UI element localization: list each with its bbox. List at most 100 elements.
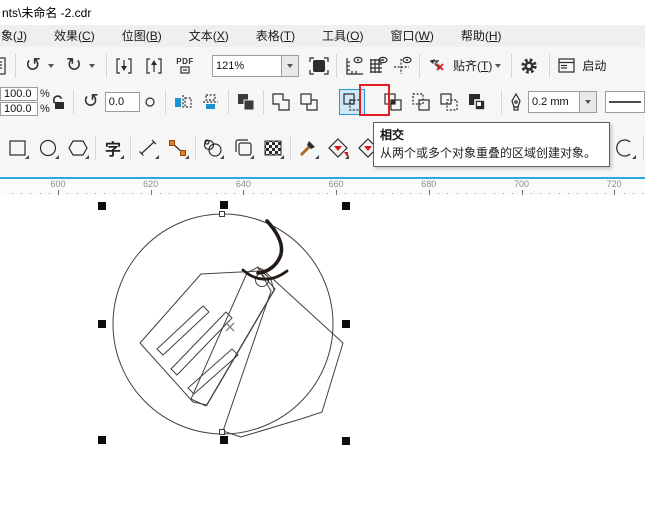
undo-dropdown-icon[interactable]: [48, 63, 54, 71]
shape-tool-icon[interactable]: [201, 136, 225, 160]
outline-width-dropdown-icon[interactable]: [580, 90, 597, 113]
shaping-weld-icon[interactable]: [269, 90, 293, 114]
snap-to-label[interactable]: 贴齐(T): [453, 57, 492, 74]
zoom-level-combo[interactable]: 121%: [212, 54, 299, 77]
color-eyedropper-tool-icon[interactable]: [296, 136, 320, 160]
ruler-minor-tick: [122, 193, 124, 194]
selection-handle[interactable]: [220, 201, 228, 209]
separator: [501, 89, 502, 114]
bezier-tool-icon[interactable]: [166, 136, 190, 160]
lock-ratio-icon[interactable]: [50, 90, 68, 114]
ruler-minor-tick: [206, 193, 208, 194]
snap-off-icon[interactable]: [425, 54, 449, 78]
ruler-minor-tick: [261, 193, 263, 194]
menu-item[interactable]: 表格(T): [243, 25, 309, 47]
snap-dropdown-icon[interactable]: [495, 63, 502, 71]
tag-stripe: [156, 305, 210, 356]
export-icon[interactable]: [142, 54, 166, 78]
separator: [549, 53, 551, 78]
ruler-minor-tick: [419, 193, 421, 194]
ruler-label: 720: [606, 179, 622, 189]
show-rulers-icon[interactable]: [342, 54, 366, 78]
selection-handle[interactable]: [342, 320, 350, 328]
selection-handle[interactable]: [98, 320, 106, 328]
outline-width-value: 0.2 mm: [528, 90, 580, 113]
drawing-canvas[interactable]: [0, 195, 645, 517]
shaping-front-minus-back-icon[interactable]: [409, 90, 433, 114]
ruler-minor-tick: [95, 193, 97, 194]
show-grid-icon[interactable]: [366, 54, 390, 78]
polygon-tool-icon[interactable]: [66, 136, 90, 160]
curve-node[interactable]: [219, 429, 225, 435]
circle-object[interactable]: [112, 213, 334, 435]
line-style-combo[interactable]: [605, 90, 645, 113]
publish-pdf-icon[interactable]: PDF: [170, 54, 200, 78]
welcome-screen-icon[interactable]: [555, 54, 579, 78]
redo-dropdown-icon[interactable]: [89, 63, 95, 71]
launch-label[interactable]: 启动: [582, 57, 606, 74]
ruler-minor-tick: [178, 193, 180, 194]
smart-fill-tool-icon[interactable]: [326, 136, 350, 160]
outline-width-combo[interactable]: 0.2 mm: [528, 90, 597, 113]
rectangle-tool-icon[interactable]: [6, 136, 30, 160]
separator: [336, 53, 337, 78]
ruler-minor-tick: [169, 193, 171, 194]
ruler-minor-tick: [224, 193, 226, 194]
separator: [72, 89, 74, 114]
shaping-combine-icon[interactable]: [234, 90, 258, 114]
undo-icon[interactable]: ↺: [21, 54, 45, 78]
selection-handle[interactable]: [342, 437, 350, 445]
menu-item[interactable]: 位图(B): [109, 25, 176, 47]
zoom-dropdown-icon[interactable]: [282, 54, 299, 77]
selection-handle[interactable]: [220, 436, 228, 444]
shaping-back-minus-front-icon[interactable]: [437, 90, 461, 114]
shaping-intersect-icon[interactable]: [339, 88, 365, 115]
scale-y-field[interactable]: 100.0: [0, 102, 38, 116]
tag-object-wide[interactable]: [222, 267, 344, 438]
selection-handle[interactable]: [342, 202, 350, 210]
ruler-minor-tick: [642, 193, 643, 194]
separator: [95, 136, 96, 160]
selection-handle[interactable]: [98, 436, 106, 444]
redo-icon[interactable]: ↻: [62, 54, 86, 78]
mirror-horizontal-icon[interactable]: [171, 90, 195, 114]
selection-handle[interactable]: [98, 202, 106, 210]
pattern-fill-tool-icon[interactable]: [261, 136, 285, 160]
menu-item[interactable]: 效果(C): [41, 25, 109, 47]
scale-x-field[interactable]: 100.0: [0, 87, 38, 101]
menu-item[interactable]: 象(J): [0, 25, 41, 47]
show-guidelines-icon[interactable]: [390, 54, 414, 78]
selection-handles: [98, 201, 350, 445]
contour-tool-icon[interactable]: [613, 136, 637, 160]
drop-shadow-tool-icon[interactable]: [231, 136, 255, 160]
mirror-vertical-icon[interactable]: [199, 90, 223, 114]
shaping-trim-icon[interactable]: [297, 90, 321, 114]
separator: [15, 53, 16, 78]
text-tool-icon[interactable]: 字: [101, 136, 125, 160]
menu-item[interactable]: 窗口(W): [377, 25, 447, 47]
ruler-minor-tick: [595, 193, 597, 194]
menu-item[interactable]: 帮助(H): [448, 25, 516, 47]
separator: [419, 53, 420, 78]
rotation-angle-field[interactable]: 0.0: [104, 91, 140, 112]
ruler-minor-tick: [354, 193, 356, 194]
ruler-minor-tick: [493, 193, 495, 194]
import-icon[interactable]: [112, 54, 136, 78]
horizontal-ruler[interactable]: 600 620 640 660 680 700 720: [0, 177, 645, 195]
options-gear-icon[interactable]: [517, 54, 541, 78]
freehand-line-tool-icon[interactable]: [136, 136, 160, 160]
outline-pen-icon: [507, 90, 525, 114]
tooltip-title: 相交: [380, 128, 405, 142]
shaping-simplify-icon[interactable]: [381, 90, 405, 114]
ellipse-tool-icon[interactable]: [36, 136, 60, 160]
menu-item[interactable]: 工具(O): [309, 25, 377, 47]
ruler-minor-tick: [48, 193, 50, 194]
paste-icon[interactable]: [0, 54, 10, 78]
curve-node[interactable]: [219, 211, 225, 217]
ruler-minor-tick: [280, 193, 282, 194]
shaping-boundary-icon[interactable]: [465, 90, 489, 114]
tag-stripe: [170, 311, 233, 376]
menu-item[interactable]: 文本(X): [176, 25, 243, 47]
fullscreen-preview-icon[interactable]: [307, 54, 331, 78]
line-style-value[interactable]: [605, 90, 645, 113]
